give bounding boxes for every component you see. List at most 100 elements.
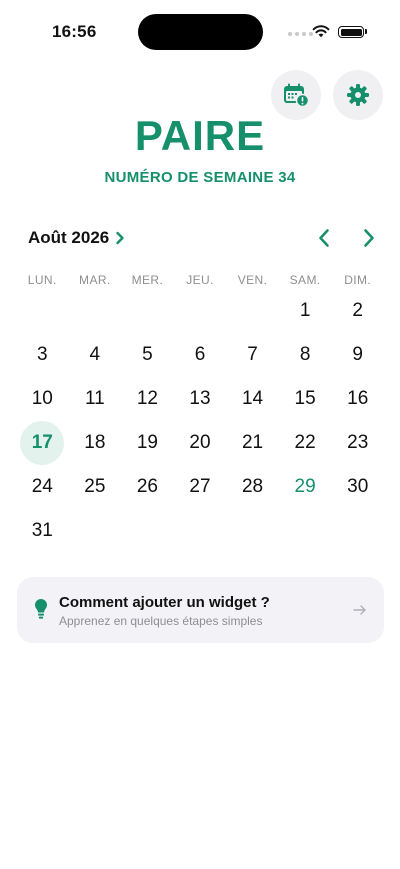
calendar-day[interactable]: 1 — [279, 289, 332, 333]
chevron-right-icon — [364, 229, 374, 247]
status-bar: 16:56 — [0, 0, 400, 62]
calendar-day[interactable]: 7 — [226, 333, 279, 377]
calendar-day[interactable]: 17 — [16, 421, 69, 465]
calendar-day-number: 12 — [136, 388, 158, 409]
calendar-day-number: 10 — [31, 388, 53, 409]
calendar-empty-cell — [226, 289, 279, 333]
calendar-alert-icon — [284, 83, 309, 107]
chevron-right-icon — [116, 231, 124, 245]
previous-month-button[interactable] — [313, 226, 335, 250]
arrow-right-icon — [353, 605, 366, 615]
calendar-day[interactable]: 13 — [174, 377, 227, 421]
calendar-day-number: 11 — [84, 388, 105, 409]
widget-card-title: Comment ajouter un widget ? — [59, 594, 270, 611]
calendar-day[interactable]: 30 — [331, 465, 384, 509]
calendar-day[interactable]: 21 — [226, 421, 279, 465]
calendar-day-number: 23 — [347, 432, 369, 453]
calendar-day[interactable]: 29 — [279, 465, 332, 509]
calendar-day-number: 25 — [84, 476, 106, 497]
dynamic-island — [138, 14, 263, 50]
weekday-label: DIM. — [344, 273, 372, 287]
calendar-day[interactable]: 24 — [16, 465, 69, 509]
calendar-day-number: 4 — [89, 344, 101, 365]
calendar-day-today: 17 — [20, 421, 65, 465]
calendar-day-number: 7 — [247, 344, 258, 365]
gear-icon — [347, 84, 369, 106]
calendar-empty-cell — [16, 289, 69, 333]
calendar-day[interactable]: 8 — [279, 333, 332, 377]
calendar-day-number: 8 — [299, 344, 311, 365]
calendar-day[interactable]: 28 — [226, 465, 279, 509]
weekday-label: LUN. — [27, 273, 57, 287]
calendar-day-number: 3 — [36, 344, 48, 365]
calendar-day[interactable]: 31 — [16, 509, 69, 553]
weekday-label: JEU. — [186, 273, 214, 287]
weekday-label: MAR. — [79, 273, 111, 287]
calendar-day-number: 9 — [352, 344, 363, 365]
calendar-day[interactable]: 25 — [69, 465, 122, 509]
weekday-label: MER. — [131, 273, 164, 287]
calendar-day[interactable]: 27 — [174, 465, 227, 509]
calendar-empty-cell — [279, 509, 332, 553]
calendar-day[interactable]: 22 — [279, 421, 332, 465]
calendar-day[interactable]: 12 — [121, 377, 174, 421]
calendar-day-number: 20 — [189, 432, 211, 453]
calendar-day-number: 26 — [136, 476, 158, 497]
next-month-button[interactable] — [358, 226, 380, 250]
calendar-day-number: 28 — [241, 476, 264, 497]
calendar-day[interactable]: 5 — [121, 333, 174, 377]
calendar-day-number: 29 — [294, 476, 316, 497]
calendar-day[interactable]: 3 — [16, 333, 69, 377]
calendar-day[interactable]: 23 — [331, 421, 384, 465]
calendar-empty-cell — [121, 509, 174, 553]
widget-help-card[interactable]: Comment ajouter un widget ? Apprenez en … — [17, 577, 384, 643]
calendar-day-number: 31 — [31, 520, 53, 541]
battery-icon — [338, 26, 364, 38]
calendar-day-number: 27 — [189, 476, 211, 497]
weekday-label: VEN. — [237, 273, 268, 287]
calendar-day-number: 21 — [241, 432, 264, 453]
lightbulb-icon — [35, 599, 47, 619]
calendar-day-number: 14 — [241, 388, 264, 409]
week-number-label: NUMÉRO DE SEMAINE 34 — [104, 169, 296, 186]
chevron-left-icon — [319, 229, 329, 247]
calendar-empty-cell — [69, 289, 122, 333]
calendar-day[interactable]: 6 — [174, 333, 227, 377]
calendar-day-number: 19 — [136, 432, 158, 453]
weekday-header-row: LUN. MAR. MER. JEU. VEN. SAM. DIM. — [16, 273, 384, 287]
calendar-day[interactable]: 9 — [331, 333, 384, 377]
calendar-day[interactable]: 4 — [69, 333, 122, 377]
calendar-day-grid: 1 2 3 4 5 6 7 8 9 10 11 12 13 14 15 16 17 18 19 20 21 22 23 24 2… — [16, 289, 384, 553]
month-label: Août 2026 — [28, 228, 110, 247]
calendar-empty-cell — [121, 289, 174, 333]
calendar-empty-cell — [69, 509, 122, 553]
calendar-day[interactable]: 18 — [69, 421, 122, 465]
calendar-day-number: 1 — [299, 300, 311, 321]
weekday-label: SAM. — [289, 273, 321, 287]
calendar-day[interactable]: 2 — [331, 289, 384, 333]
week-parity-title: PAIRE — [134, 112, 266, 159]
wifi-icon — [312, 25, 330, 38]
calendar-day-number: 16 — [347, 388, 369, 409]
calendar-day-number: 2 — [352, 300, 363, 321]
calendar-empty-cell — [174, 509, 227, 553]
calendar-empty-cell — [174, 289, 227, 333]
calendar-day-number: 5 — [142, 344, 153, 365]
calendar-day-number: 18 — [84, 432, 106, 453]
calendar-day-number: 30 — [347, 476, 369, 497]
calendar-day-number: 15 — [294, 388, 316, 409]
widget-card-subtitle: Apprenez en quelques étapes simples — [59, 614, 263, 628]
calendar-day[interactable]: 26 — [121, 465, 174, 509]
calendar-day[interactable]: 11 — [69, 377, 122, 421]
calendar-day-number: 22 — [294, 432, 316, 453]
calendar-day[interactable]: 16 — [331, 377, 384, 421]
calendar-day[interactable]: 19 — [121, 421, 174, 465]
calendar-day[interactable]: 14 — [226, 377, 279, 421]
month-selector[interactable]: Août 2026 — [28, 228, 125, 248]
cellular-signal-icon — [288, 32, 313, 36]
calendar-empty-cell — [331, 509, 384, 553]
calendar-day[interactable]: 20 — [174, 421, 227, 465]
calendar-day[interactable]: 15 — [279, 377, 332, 421]
calendar-day[interactable]: 10 — [16, 377, 69, 421]
calendar-day-number: 24 — [31, 476, 53, 497]
